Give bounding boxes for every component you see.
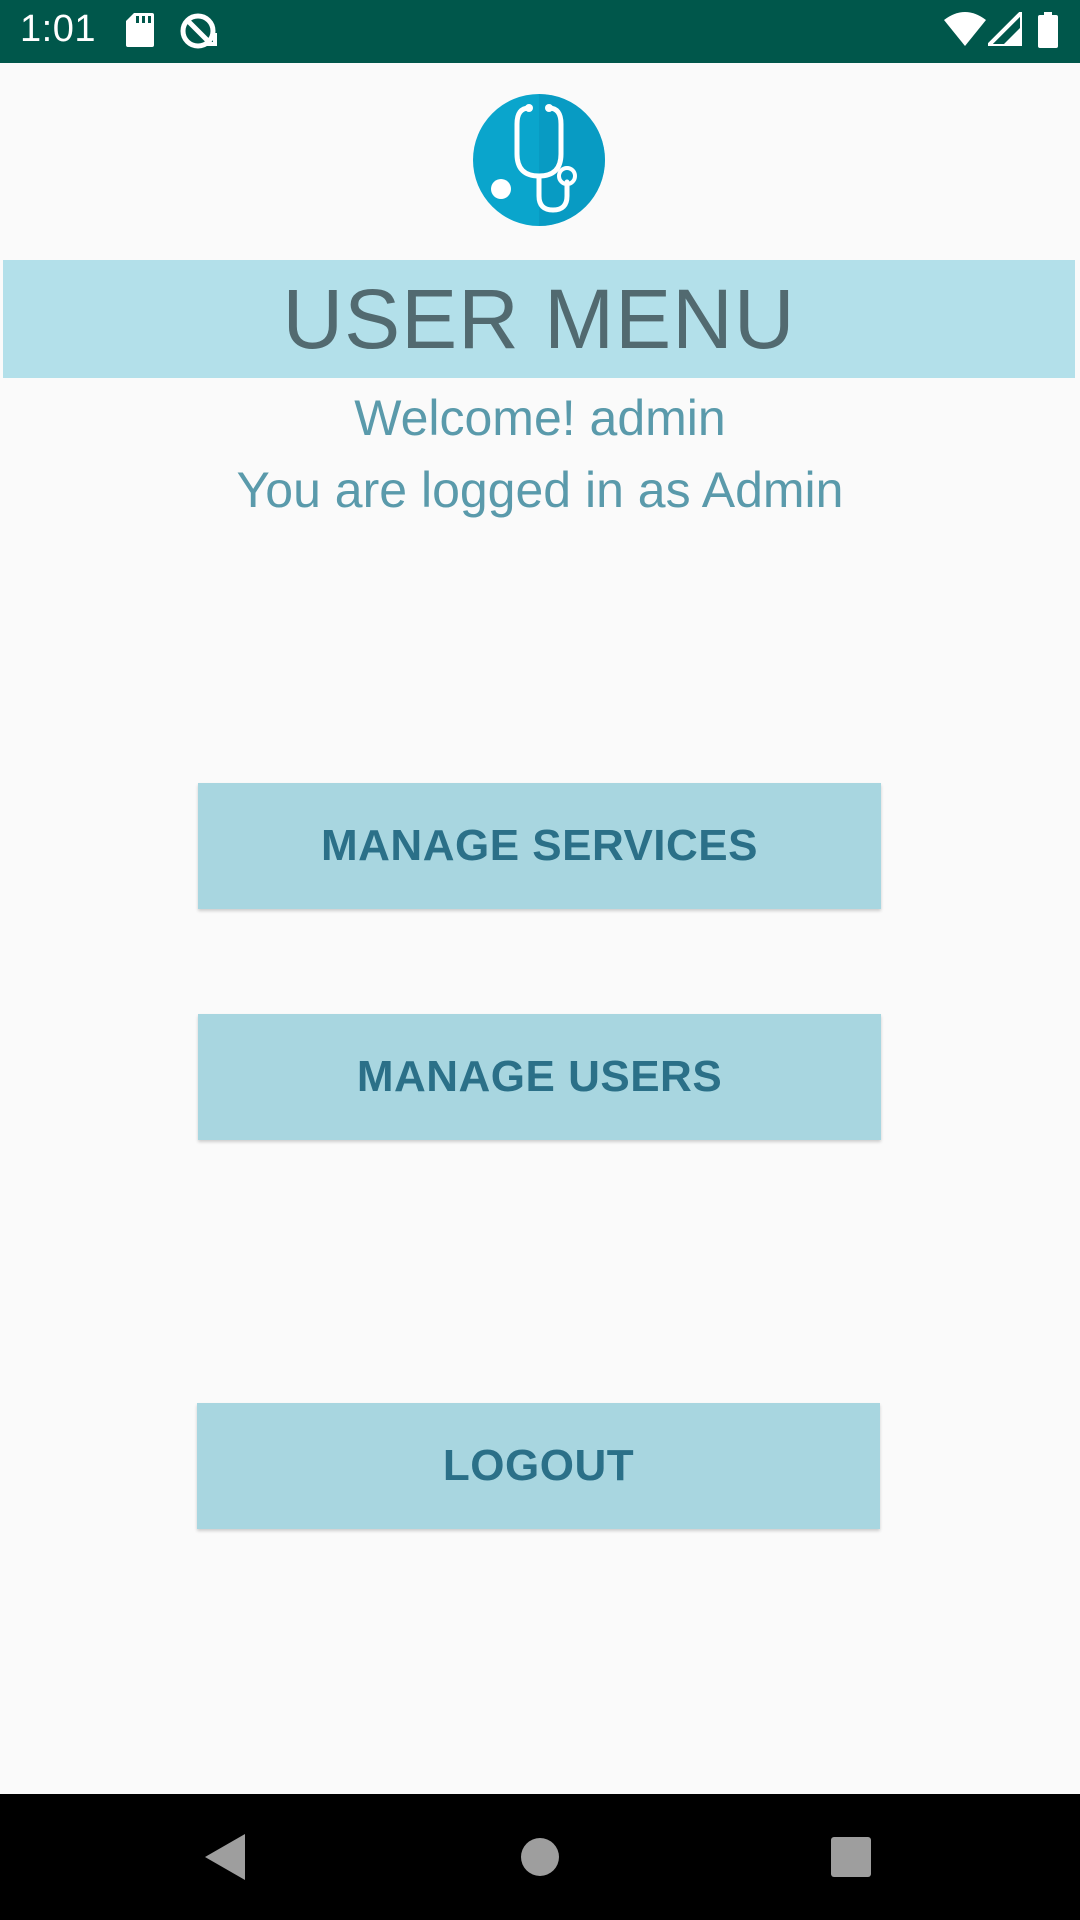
status-bar: 1:01 [0, 0, 1080, 63]
navigation-bar [0, 1794, 1080, 1920]
manage-services-button[interactable]: MANAGE SERVICES [198, 783, 881, 909]
logout-button[interactable]: LOGOUT [197, 1403, 880, 1529]
status-time: 1:01 [20, 8, 96, 50]
welcome-text: Welcome! admin [354, 390, 726, 446]
battery-icon [1038, 12, 1058, 48]
wifi-icon [944, 12, 986, 46]
sd-card-icon [126, 13, 154, 47]
signal-icon [988, 12, 1022, 46]
main-content: USER MENU Welcome! admin You are logged … [0, 63, 1080, 1794]
recents-icon[interactable] [831, 1837, 871, 1877]
page-title: USER MENU [282, 272, 796, 366]
back-icon[interactable] [205, 1834, 245, 1880]
role-text: You are logged in as Admin [236, 462, 844, 518]
manage-users-button[interactable]: MANAGE USERS [198, 1014, 881, 1140]
data-saver-icon [180, 13, 217, 49]
home-icon[interactable] [520, 1837, 560, 1877]
title-banner: USER MENU [3, 260, 1075, 378]
stethoscope-icon [473, 94, 605, 226]
